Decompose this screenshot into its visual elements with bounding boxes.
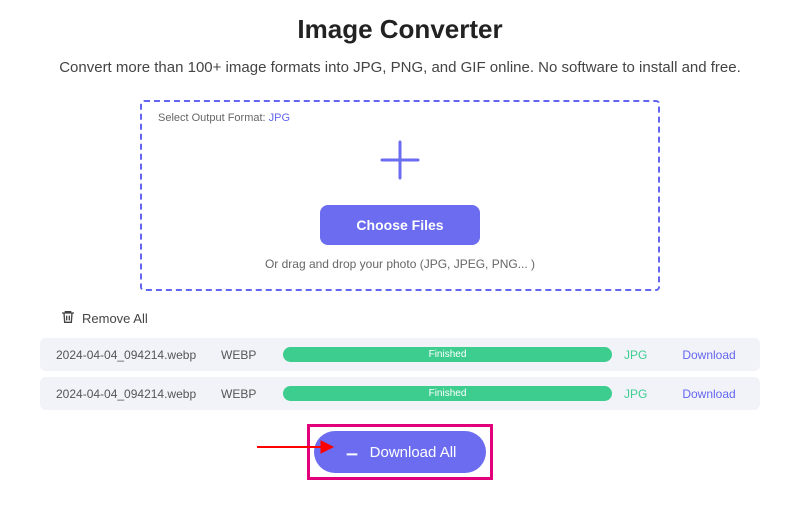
download-icon bbox=[344, 442, 360, 462]
output-format-label: Select Output Format: bbox=[158, 112, 269, 124]
plus-icon[interactable] bbox=[378, 138, 422, 182]
file-name: 2024-04-04_094214.webp bbox=[56, 387, 221, 401]
dropzone-hint: Or drag and drop your photo (JPG, JPEG, … bbox=[158, 257, 642, 271]
output-format-line: Select Output Format: JPG bbox=[158, 112, 642, 124]
download-all-label: Download All bbox=[370, 444, 457, 461]
choose-files-button[interactable]: Choose Files bbox=[320, 205, 480, 245]
file-row: 2024-04-04_094214.webp WEBP Finished JPG… bbox=[40, 377, 760, 410]
file-name: 2024-04-04_094214.webp bbox=[56, 348, 221, 362]
upload-dropzone[interactable]: Select Output Format: JPG Choose Files O… bbox=[140, 100, 660, 291]
download-link[interactable]: Download bbox=[674, 387, 744, 401]
remove-all-button[interactable]: Remove All bbox=[60, 309, 148, 328]
progress-bar: Finished bbox=[283, 347, 612, 362]
page-subtitle: Convert more than 100+ image formats int… bbox=[0, 59, 800, 76]
download-link[interactable]: Download bbox=[674, 348, 744, 362]
annotation-arrow-icon bbox=[255, 438, 335, 461]
file-target-format: JPG bbox=[624, 387, 674, 401]
progress-bar: Finished bbox=[283, 386, 612, 401]
file-row: 2024-04-04_094214.webp WEBP Finished JPG… bbox=[40, 338, 760, 371]
output-format-value[interactable]: JPG bbox=[269, 112, 290, 124]
page-title: Image Converter bbox=[0, 14, 800, 45]
download-all-button[interactable]: Download All bbox=[314, 431, 487, 473]
trash-icon bbox=[60, 309, 76, 328]
file-source-format: WEBP bbox=[221, 387, 271, 401]
remove-all-label: Remove All bbox=[82, 311, 148, 326]
file-source-format: WEBP bbox=[221, 348, 271, 362]
file-target-format: JPG bbox=[624, 348, 674, 362]
